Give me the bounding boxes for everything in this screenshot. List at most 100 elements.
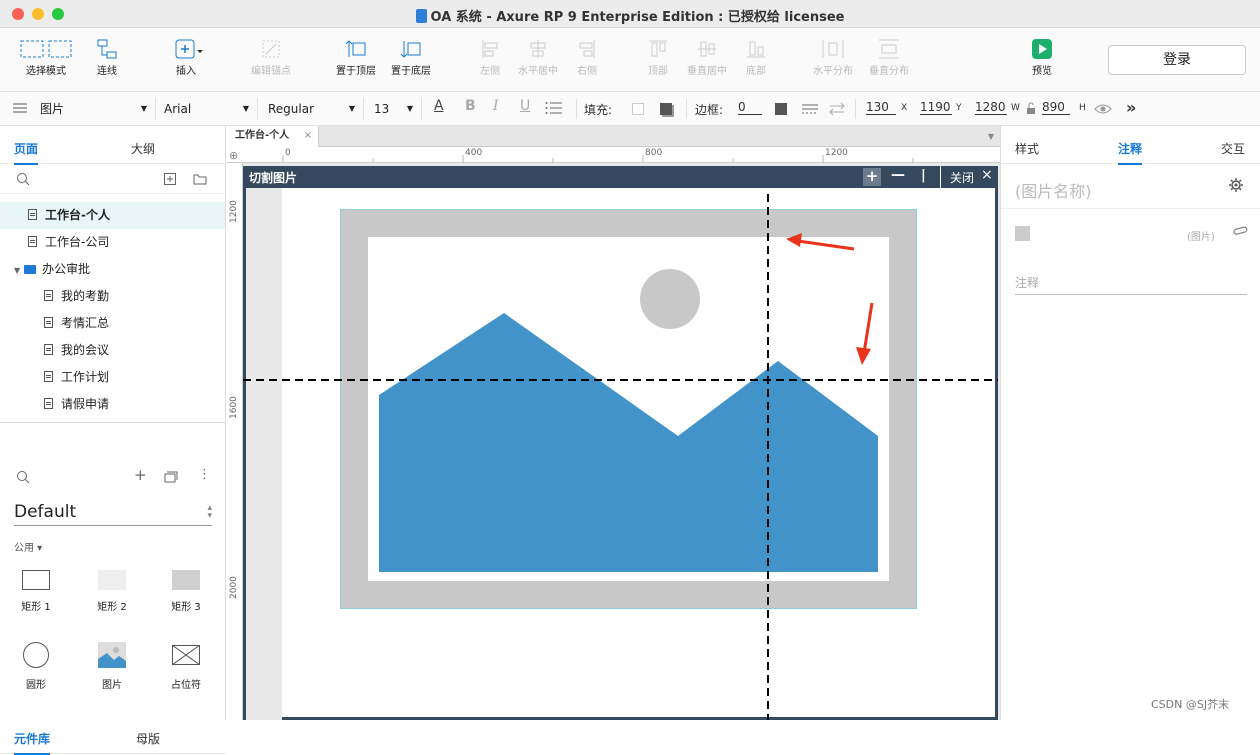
tab-pages[interactable]: 页面 [14, 140, 39, 165]
align-right-button[interactable]: 右侧 [552, 36, 622, 77]
tab-masters[interactable]: 母版 [136, 730, 160, 747]
align-left-icon [482, 40, 498, 58]
height-input[interactable]: 890 [1042, 100, 1070, 115]
arrow-style-icon[interactable] [828, 102, 846, 119]
vertical-slice-icon[interactable]: | [921, 168, 926, 183]
image-icon [98, 642, 126, 668]
image-thumbnail [1015, 226, 1030, 241]
insert-button[interactable]: 插入 [151, 36, 221, 77]
page-item[interactable]: 工作台-个人 [0, 202, 225, 229]
widget-rect2[interactable]: 矩形 2 [82, 570, 142, 613]
select-mode-button[interactable]: 选择模式 [11, 36, 81, 77]
ruler-tick-label: 2000 [229, 576, 239, 599]
border-width-input[interactable]: 0 [738, 100, 762, 115]
italic-icon[interactable]: I [493, 98, 499, 114]
tab-style[interactable]: 样式 [1015, 140, 1039, 157]
preview-button[interactable]: 预览 [1007, 36, 1077, 77]
bold-icon[interactable]: B [465, 98, 476, 114]
page-icon [44, 317, 53, 328]
font-size-select[interactable]: 13 ▼ [370, 98, 422, 120]
tab-canvas-page[interactable]: 工作台-个人 × [227, 126, 319, 147]
distribute-v-icon [879, 39, 899, 59]
add-slice-icon[interactable]: + [863, 168, 881, 186]
tab-interactions[interactable]: 交互 [1221, 140, 1245, 157]
fill-color-swatch[interactable] [632, 103, 644, 115]
page-item[interactable]: 工作台-公司 [0, 229, 225, 256]
widget-rect1[interactable]: 矩形 1 [6, 570, 66, 613]
edit-anchor-button[interactable]: 编辑锚点 [236, 36, 306, 77]
text-color-icon[interactable]: A [434, 98, 444, 114]
gear-icon[interactable] [1229, 178, 1243, 192]
page-item[interactable]: 工作计划 [0, 364, 225, 391]
slice-guides [243, 194, 998, 720]
horizontal-slice-icon[interactable]: — [891, 167, 905, 183]
widget-type-select[interactable]: 图片 ▼ [36, 98, 156, 120]
watermark-text: CSDN @SJ芥末 [1151, 698, 1230, 711]
page-item[interactable]: 我的会议 [0, 337, 225, 364]
more-options-icon[interactable]: ⋮ [198, 467, 211, 482]
search-icon[interactable] [16, 172, 30, 186]
x-input[interactable]: 130 [866, 100, 896, 115]
w-label: W [1011, 103, 1020, 113]
pages-tabs: 页面 大纲 [0, 126, 225, 165]
page-item[interactable]: 我的考勤 [0, 283, 225, 310]
connect-button[interactable]: 连线 [72, 36, 142, 77]
line-style-icon[interactable] [802, 103, 818, 118]
underline-icon[interactable]: U [520, 98, 530, 114]
tab-library[interactable]: 元件库 [14, 730, 51, 755]
width-input[interactable]: 1280 [975, 100, 1007, 115]
page-item[interactable]: 请假申请 [0, 391, 225, 418]
font-weight-select[interactable]: Regular ▼ [264, 98, 364, 120]
distribute-vertical-button[interactable]: 垂直分布 [854, 36, 924, 77]
page-icon [44, 371, 53, 382]
tab-outline[interactable]: 大纲 [131, 140, 155, 157]
widget-image[interactable]: 图片 [82, 642, 142, 691]
folder-item[interactable]: ▼ 办公审批 [0, 256, 225, 283]
send-to-bottom-button[interactable]: 置于底层 [376, 36, 446, 77]
add-page-icon[interactable] [164, 173, 176, 185]
dialog-close-button[interactable]: 关闭 [950, 169, 974, 186]
select-mode-icon [20, 40, 72, 58]
add-folder-icon[interactable] [193, 173, 207, 185]
align-bottom-button[interactable]: 底部 [721, 36, 791, 77]
right-panel: 样式 注释 交互 (图片名称) (图片) 注释 CSDN @SJ芥末 [1000, 126, 1260, 720]
y-input[interactable]: 1190 [920, 100, 952, 115]
align-hcenter-icon [530, 40, 546, 58]
close-icon[interactable]: × [981, 167, 993, 183]
anchor-icon [262, 40, 280, 58]
widget-circle[interactable]: 圆形 [6, 642, 66, 691]
h-label: H [1079, 103, 1086, 113]
widget-placeholder[interactable]: 占位符 [156, 642, 216, 691]
library-copy-icon[interactable] [164, 471, 178, 483]
axure-app-icon [415, 9, 427, 23]
tab-notes[interactable]: 注释 [1118, 140, 1143, 165]
ruler-tick-label: 0 [285, 148, 291, 158]
page-item[interactable]: 考情汇总 [0, 310, 225, 337]
font-family-select[interactable]: Arial ▼ [160, 98, 258, 120]
border-color-swatch[interactable] [775, 103, 787, 115]
notes-input[interactable]: 注释 [1015, 274, 1247, 295]
login-button[interactable]: 登录 [1108, 45, 1246, 75]
category-label[interactable]: 公用 ▾ [14, 539, 42, 554]
eye-icon[interactable] [1094, 103, 1112, 118]
widget-name-input[interactable]: (图片名称) [1015, 178, 1092, 202]
send-bottom-icon [400, 41, 421, 58]
list-icon[interactable] [545, 102, 563, 117]
shadow-icon[interactable] [660, 103, 672, 115]
lock-icon[interactable] [1026, 102, 1036, 118]
widget-rect3[interactable]: 矩形 3 [156, 570, 216, 613]
title-bar: OA 系统 - Axure RP 9 Enterprise Edition : … [0, 0, 1260, 28]
library-select[interactable]: Default ▴ ▾ [14, 502, 212, 526]
link-icon[interactable] [1233, 226, 1249, 236]
library-tabs: 元件库 母版 [0, 716, 225, 755]
connector-icon [97, 39, 117, 59]
dialog-title: 切割图片 [249, 171, 298, 185]
add-library-icon[interactable]: + [134, 466, 147, 484]
expand-triangle-icon[interactable]: ▼ [14, 266, 20, 275]
tabs-dropdown-icon[interactable]: ▼ [988, 132, 994, 141]
search-icon[interactable] [16, 470, 30, 484]
page-icon [28, 209, 37, 220]
close-tab-icon[interactable]: × [304, 126, 312, 146]
more-chevron-icon[interactable]: » [1126, 98, 1136, 117]
updown-icon: ▴ ▾ [207, 503, 212, 521]
